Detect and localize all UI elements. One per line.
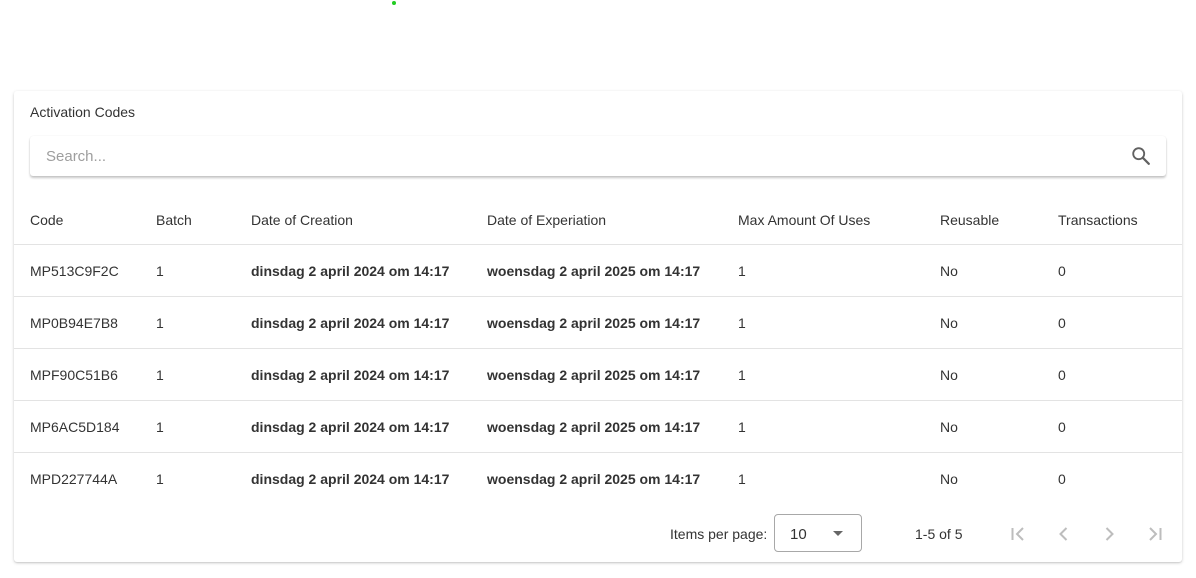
cell-max-amount-of-uses: 1	[738, 400, 940, 453]
cell-batch: 1	[156, 348, 251, 401]
cell-transactions: 0	[1058, 400, 1182, 453]
cell-date-of-creation: dinsdag 2 april 2024 om 14:17	[251, 296, 487, 349]
items-per-page-value: 10	[790, 526, 807, 543]
column-header-date-of-expiration[interactable]: Date of Experiation	[487, 196, 738, 245]
search-input[interactable]	[30, 136, 1110, 176]
table-row[interactable]: MP6AC5D184 1 dinsdag 2 april 2024 om 14:…	[14, 400, 1182, 453]
cell-reusable: No	[940, 400, 1058, 453]
cell-reusable: No	[940, 296, 1058, 349]
cell-code: MP513C9F2C	[14, 244, 156, 297]
next-page-icon[interactable]	[1097, 522, 1121, 546]
dropdown-arrow-icon	[833, 531, 843, 536]
cell-max-amount-of-uses: 1	[738, 470, 746, 487]
cell-date-of-creation: dinsdag 2 april 2024 om 14:17	[251, 470, 450, 487]
cell-date-of-expiration: woensdag 2 april 2025 om 14:17	[487, 244, 738, 297]
table-row[interactable]: MP513C9F2C 1 dinsdag 2 april 2024 om 14:…	[14, 244, 1182, 297]
items-per-page-select[interactable]: 10	[774, 514, 862, 552]
table-row[interactable]: MPD227744A 1 dinsdag 2 april 2024 om 14:…	[14, 453, 1182, 505]
cell-max-amount-of-uses: 1	[738, 348, 940, 401]
column-header-code[interactable]: Code	[14, 196, 156, 245]
cell-date-of-expiration: woensdag 2 april 2025 om 14:17	[487, 470, 701, 487]
search-bar	[30, 136, 1166, 176]
cell-code: MP0B94E7B8	[14, 296, 156, 349]
table-header-row: Code Batch Date of Creation Date of Expe…	[14, 196, 1182, 245]
cell-max-amount-of-uses: 1	[738, 296, 940, 349]
table-row[interactable]: MP0B94E7B8 1 dinsdag 2 april 2024 om 14:…	[14, 296, 1182, 349]
cell-date-of-creation: dinsdag 2 april 2024 om 14:17	[251, 400, 487, 453]
page-range-label: 1-5 of 5	[915, 526, 963, 542]
cell-reusable: No	[940, 348, 1058, 401]
cell-transactions: 0	[1058, 470, 1066, 487]
items-per-page-label: Items per page:	[670, 526, 768, 542]
column-header-reusable[interactable]: Reusable	[940, 196, 1058, 245]
card-title: Activation Codes	[30, 104, 136, 120]
table-row[interactable]: MPF90C51B6 1 dinsdag 2 april 2024 om 14:…	[14, 348, 1182, 401]
paginator: Items per page: 10 1-5 of 5	[14, 514, 1182, 554]
column-header-max-amount-of-uses[interactable]: Max Amount Of Uses	[738, 196, 940, 245]
cell-date-of-creation: dinsdag 2 april 2024 om 14:17	[251, 244, 487, 297]
cell-date-of-creation: dinsdag 2 april 2024 om 14:17	[251, 348, 487, 401]
cell-reusable: No	[940, 470, 958, 487]
cell-reusable: No	[940, 244, 1058, 297]
cell-transactions: 0	[1058, 244, 1182, 297]
search-icon[interactable]	[1130, 145, 1152, 167]
cell-code: MP6AC5D184	[14, 400, 156, 453]
activation-codes-table: Code Batch Date of Creation Date of Expe…	[14, 196, 1182, 504]
cell-batch: 1	[156, 244, 251, 297]
cell-code: MPF90C51B6	[14, 348, 156, 401]
cell-transactions: 0	[1058, 348, 1182, 401]
cell-batch: 1	[156, 470, 164, 487]
cell-date-of-expiration: woensdag 2 april 2025 om 14:17	[487, 348, 738, 401]
column-header-date-of-creation[interactable]: Date of Creation	[251, 196, 487, 245]
previous-page-icon[interactable]	[1052, 522, 1076, 546]
status-indicator-dot	[392, 1, 396, 5]
cell-transactions: 0	[1058, 296, 1182, 349]
cell-batch: 1	[156, 400, 251, 453]
cell-date-of-expiration: woensdag 2 april 2025 om 14:17	[487, 400, 738, 453]
last-page-icon[interactable]	[1143, 522, 1167, 546]
column-header-batch[interactable]: Batch	[156, 196, 251, 245]
column-header-transactions[interactable]: Transactions	[1058, 196, 1182, 245]
cell-max-amount-of-uses: 1	[738, 244, 940, 297]
first-page-icon[interactable]	[1006, 522, 1030, 546]
cell-batch: 1	[156, 296, 251, 349]
cell-date-of-expiration: woensdag 2 april 2025 om 14:17	[487, 296, 738, 349]
activation-codes-card: Activation Codes Code Batch Date of Crea…	[14, 91, 1182, 562]
cell-code: MPD227744A	[30, 470, 118, 487]
